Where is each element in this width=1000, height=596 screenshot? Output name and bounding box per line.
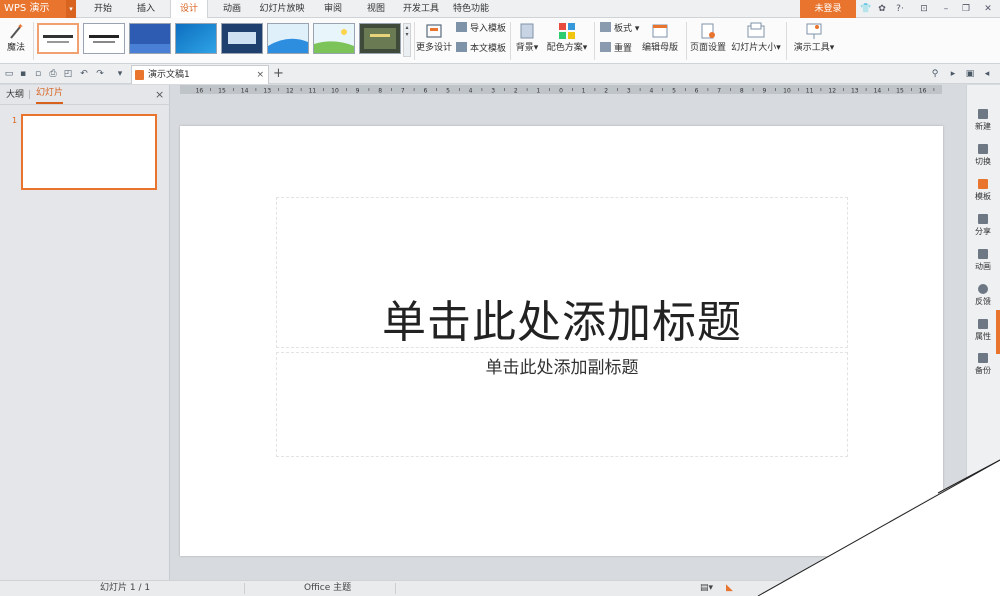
wps-presentation-window: WPS 演示 ▾ 开始 插入 设计 动画 幻灯片放映 审阅 视图 开发工具 特色… — [0, 0, 1000, 596]
page-curl-overlay — [757, 459, 1000, 596]
